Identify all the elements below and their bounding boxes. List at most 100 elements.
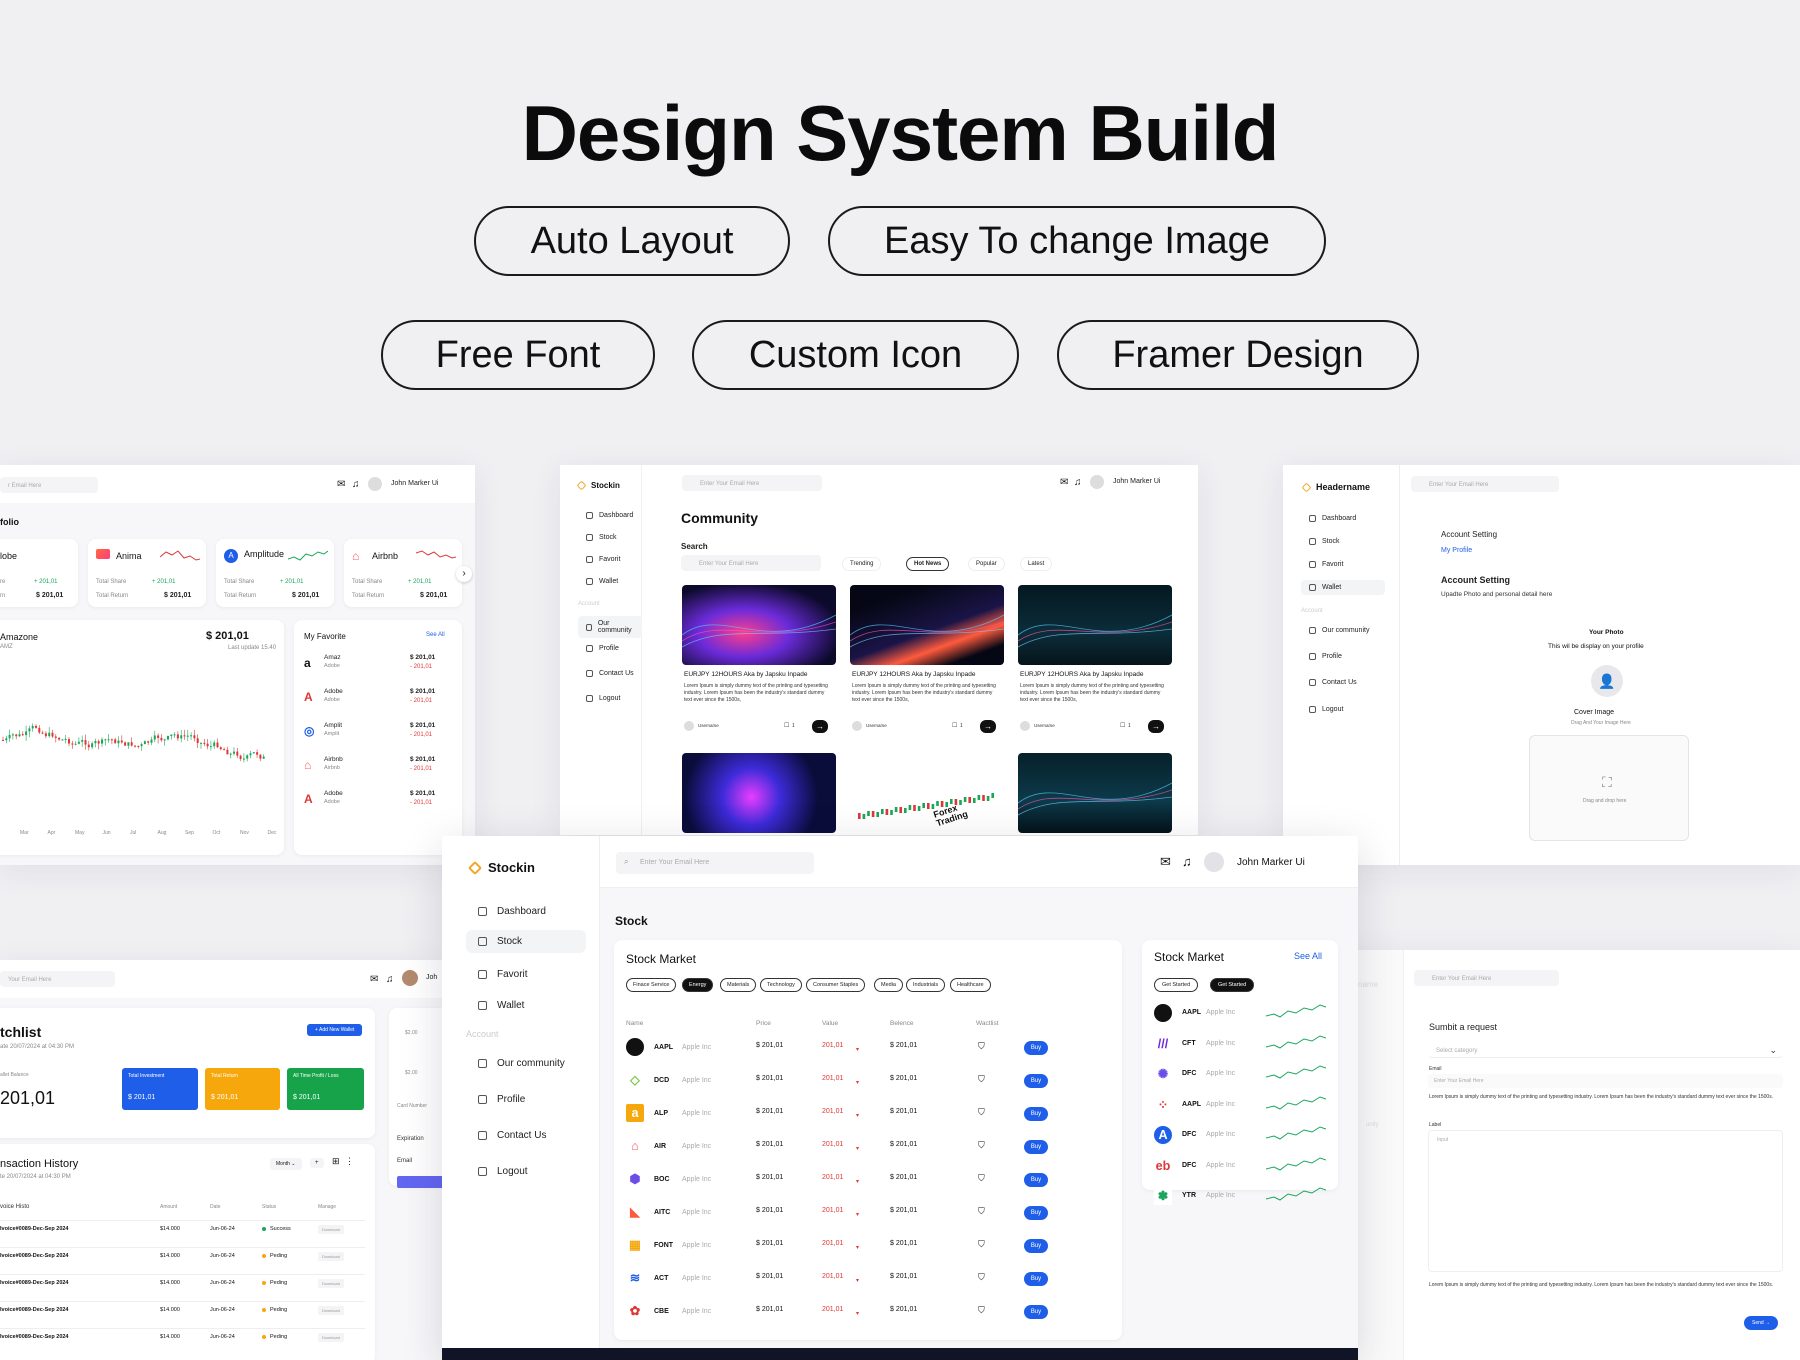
side-stock-row[interactable]: eb DFC Apple Inc bbox=[1142, 1155, 1338, 1177]
sidebar-item-favorit[interactable]: Favorit bbox=[586, 556, 620, 563]
stock-row[interactable]: ◣ AITC Apple Inc $ 201,01 201,01 ▾ $ 201,01 ⛉ Bu… bbox=[614, 1201, 1122, 1225]
stock-row[interactable]: ✿ CBE Apple Inc $ 201,01 201,01 ▾ $ 201,01 ⛉ Buy bbox=[614, 1300, 1122, 1324]
stock-row[interactable]: ▦ FONT Apple Inc $ 201,01 201,01 ▾ $ 201,01 ⛉ Bu… bbox=[614, 1234, 1122, 1258]
sidebar-item-logout[interactable]: Logout bbox=[1309, 706, 1343, 713]
sidebar-item-community[interactable]: Our community bbox=[1309, 627, 1369, 634]
buy-button[interactable]: Buy bbox=[1024, 1239, 1048, 1253]
category-select[interactable]: Select category ⌄ bbox=[1428, 1042, 1783, 1058]
post-card[interactable] bbox=[678, 749, 838, 835]
post-card[interactable]: EURJPY 12HOURS Aka by Japsku Inpade Lorem… bbox=[678, 581, 838, 745]
portfolio-card[interactable]: Anima Total Share + 201,01 Total Return … bbox=[88, 539, 206, 607]
tab-get-started-active[interactable]: Get Started bbox=[1210, 978, 1255, 992]
table-row[interactable]: Ivoice#0089-Dec-Sep 2024 $14.000 Jun-06-24… bbox=[0, 1252, 375, 1267]
sidebar-item-contact[interactable]: Contact Us bbox=[586, 670, 634, 677]
side-stock-row[interactable]: A DFC Apple Inc bbox=[1142, 1124, 1338, 1146]
tab-my-profile[interactable]: My Profile bbox=[1441, 547, 1472, 554]
bookmark-icon[interactable]: ⛉ bbox=[978, 1107, 985, 1118]
category-chip[interactable]: Consumer Staples bbox=[806, 978, 866, 992]
sidebar-item-contact[interactable]: Contact Us bbox=[478, 1130, 546, 1141]
add-wallet-button[interactable]: + Add New Wallet bbox=[307, 1024, 363, 1036]
search-input[interactable]: r Email Here bbox=[0, 477, 98, 493]
tab-hot-news[interactable]: Hot News bbox=[906, 557, 950, 571]
sidebar-item-favorit[interactable]: Favorit bbox=[478, 969, 528, 980]
sidebar-item-stock[interactable]: Stock bbox=[466, 930, 586, 953]
tab-latest[interactable]: Latest bbox=[1020, 557, 1053, 571]
stock-row[interactable]: a ALP Apple Inc $ 201,01 201,01 ▾ $ 201,01 ⛉ Buy bbox=[614, 1102, 1122, 1126]
email-field[interactable]: Enter Your Email Here bbox=[1428, 1074, 1783, 1088]
sidebar-item-profile[interactable]: Profile bbox=[478, 1094, 525, 1105]
favorite-item[interactable]: ◎ Amplit Amplit $ 201,01 - 201,01 bbox=[294, 720, 462, 750]
category-chip[interactable]: Finace Service bbox=[626, 978, 677, 992]
brand-logo[interactable]: Stockin bbox=[467, 860, 535, 875]
sidebar-item-dashboard[interactable]: Dashboard bbox=[586, 512, 633, 519]
tab-get-started[interactable]: Get Started bbox=[1154, 978, 1199, 992]
more-icon[interactable]: ⋮ bbox=[345, 1156, 354, 1167]
category-chip[interactable]: Technology bbox=[760, 978, 802, 992]
mail-icon[interactable]: ✉ bbox=[370, 974, 378, 985]
sidebar-item-dashboard[interactable]: Dashboard bbox=[478, 906, 546, 917]
sidebar-item-contact[interactable]: Contact Us bbox=[1309, 679, 1357, 686]
post-card[interactable]: EURJPY 12HOURS Aka by Japsku Inpade Lorem… bbox=[846, 581, 1006, 745]
avatar[interactable] bbox=[402, 970, 418, 986]
search-input[interactable]: Enter Your Email Here bbox=[1414, 970, 1559, 986]
buy-button[interactable]: Buy bbox=[1024, 1074, 1048, 1088]
buy-button[interactable]: Buy bbox=[1024, 1305, 1048, 1319]
avatar[interactable] bbox=[1090, 475, 1104, 489]
favorite-item[interactable]: a Amaz Adobe $ 201,01 - 201,01 bbox=[294, 652, 462, 682]
download-button[interactable]: Download bbox=[318, 1333, 344, 1342]
send-button[interactable]: Send → bbox=[1744, 1316, 1779, 1330]
sidebar-item-wallet[interactable]: Wallet bbox=[586, 578, 618, 585]
tab-trending[interactable]: Trending bbox=[842, 557, 882, 571]
arrow-right-icon[interactable]: → bbox=[980, 720, 996, 733]
brand-logo[interactable]: Stockin bbox=[576, 480, 620, 491]
comment-icon[interactable]: ☐ bbox=[784, 722, 789, 729]
tile-total-investment[interactable]: Total Investment $ 201,01 bbox=[122, 1068, 198, 1110]
tile-profit-loss[interactable]: All Time Profit / Loss $ 201,01 bbox=[287, 1068, 364, 1110]
search-input[interactable]: Enter Your Email Here bbox=[1411, 476, 1559, 492]
tile-total-return[interactable]: Total Return $ 201,01 bbox=[205, 1068, 280, 1110]
portfolio-card[interactable]: lobe + 201,01 re rn $ 201,01 bbox=[0, 539, 78, 607]
favorite-item[interactable]: A Adobe Adobe $ 201,01 - 201,01 bbox=[294, 788, 462, 818]
grid-view-icon[interactable]: ⊞ bbox=[332, 1156, 340, 1167]
arrow-right-icon[interactable]: → bbox=[812, 720, 828, 733]
stock-row[interactable]: ≋ ACT Apple Inc $ 201,01 201,01 ▾ $ 201,01 ⛉ Buy bbox=[614, 1267, 1122, 1291]
buy-button[interactable]: Buy bbox=[1024, 1140, 1048, 1154]
stock-row[interactable]: ⬢ BOC Apple Inc $ 201,01 201,01 ▾ $ 201,01 ⛉ Buy bbox=[614, 1168, 1122, 1192]
chevron-right-icon[interactable]: › bbox=[456, 566, 472, 582]
category-chip[interactable]: Materials bbox=[720, 978, 757, 992]
buy-button[interactable]: Buy bbox=[1024, 1206, 1048, 1220]
table-row[interactable]: Ivoice#0089-Dec-Sep 2024 $14.000 Jun-06-24… bbox=[0, 1279, 375, 1294]
brand-logo[interactable]: Headername bbox=[1301, 482, 1370, 492]
category-chip[interactable]: Healthcare bbox=[950, 978, 991, 992]
see-all-link[interactable]: See All bbox=[426, 632, 445, 638]
arrow-right-icon[interactable]: → bbox=[1148, 720, 1164, 733]
message-textarea[interactable]: Input bbox=[1428, 1130, 1783, 1272]
sidebar-item-favorit[interactable]: Favorit bbox=[1309, 561, 1343, 568]
mail-icon[interactable]: ✉ bbox=[337, 479, 345, 490]
download-button[interactable]: Download bbox=[318, 1252, 344, 1261]
add-icon[interactable]: + bbox=[310, 1158, 324, 1168]
table-row[interactable]: Ivoice#0089-Dec-Sep 2024 $14.000 Jun-06-24… bbox=[0, 1333, 375, 1348]
post-card[interactable]: Forex Trading bbox=[846, 749, 1006, 835]
bookmark-icon[interactable]: ⛉ bbox=[978, 1239, 985, 1250]
bookmark-icon[interactable]: ⛉ bbox=[978, 1272, 985, 1283]
bell-icon[interactable]: ♫ bbox=[352, 479, 360, 490]
bell-icon[interactable]: ♫ bbox=[386, 974, 394, 985]
sidebar-item-dashboard[interactable]: Dashboard bbox=[1309, 515, 1356, 522]
comment-icon[interactable]: ☐ bbox=[1120, 722, 1125, 729]
side-stock-row[interactable]: ✽ YTR Apple Inc bbox=[1142, 1185, 1338, 1207]
side-stock-row[interactable]: ✺ DFC Apple Inc bbox=[1142, 1063, 1338, 1085]
sidebar-item-community[interactable]: Our community bbox=[478, 1058, 565, 1069]
stock-row[interactable]: ◇ DCD Apple Inc $ 201,01 201,01 ▾ $ 201,01 ⛉ Buy bbox=[614, 1069, 1122, 1093]
mail-icon[interactable]: ✉ bbox=[1160, 854, 1171, 870]
category-chip[interactable]: Energy bbox=[682, 978, 714, 992]
portfolio-card[interactable]: ⌂ Airbnb Total Share + 201,01 Total Retu… bbox=[344, 539, 462, 607]
stock-row[interactable]: AAPL Apple Inc $ 201,01 201,01 ▾ $ 201,01 ⛉ Buy bbox=[614, 1036, 1122, 1060]
sidebar-item-community[interactable]: Our community bbox=[578, 616, 642, 638]
portfolio-card[interactable]: A Amplitude Total Share + 201,01 Total R… bbox=[216, 539, 334, 607]
mail-icon[interactable]: ✉ bbox=[1060, 477, 1068, 488]
submit-button[interactable] bbox=[397, 1176, 442, 1188]
favorite-item[interactable]: ⌂ Airbnb Airbnb $ 201,01 - 201,01 bbox=[294, 754, 462, 784]
search-input[interactable]: Your Email Here bbox=[0, 971, 115, 987]
avatar-placeholder-icon[interactable]: 👤 bbox=[1591, 665, 1623, 697]
